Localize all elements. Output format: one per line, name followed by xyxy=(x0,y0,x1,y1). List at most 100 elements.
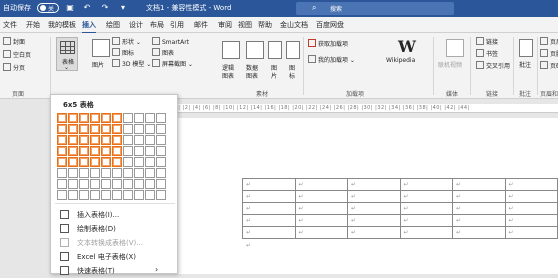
grid-cell[interactable] xyxy=(101,179,111,189)
grid-cell[interactable] xyxy=(123,113,133,123)
table-cell[interactable]: ↵ xyxy=(347,202,401,215)
grid-cell[interactable] xyxy=(134,190,144,200)
table-button[interactable]: 表格 ⌄ xyxy=(56,37,78,71)
undo-icon[interactable]: ↶ xyxy=(82,3,92,13)
grid-cell[interactable] xyxy=(145,135,155,145)
table-cell[interactable]: ↵ xyxy=(504,214,558,227)
grid-cell[interactable] xyxy=(101,190,111,200)
grid-cell[interactable] xyxy=(134,124,144,134)
grid-cell[interactable] xyxy=(101,135,111,145)
grid-cell[interactable] xyxy=(101,124,111,134)
table-size-grid[interactable] xyxy=(57,113,166,200)
table-cell[interactable]: ↵ xyxy=(294,226,348,239)
grid-cell[interactable] xyxy=(90,168,100,178)
cover-page-button[interactable]: 封面 xyxy=(3,37,25,46)
table-cell[interactable]: ↵ xyxy=(242,202,296,215)
table-cell[interactable]: ↵ xyxy=(242,214,296,227)
tab-3[interactable]: 插入 xyxy=(82,20,96,34)
table-cell[interactable]: ↵ xyxy=(504,202,558,215)
grid-cell[interactable] xyxy=(90,113,100,123)
grid-cell[interactable] xyxy=(79,190,89,200)
menu-item[interactable]: 绘制表格(D) xyxy=(55,221,175,236)
blank-page-button[interactable]: 空白页 xyxy=(3,50,31,59)
horizontal-ruler[interactable]: |4| |2| | |2| |4| |6| |8| |10| |12| |14|… xyxy=(156,104,558,113)
grid-cell[interactable] xyxy=(57,190,67,200)
grid-cell[interactable] xyxy=(145,190,155,200)
footer-button[interactable]: 页脚 xyxy=(540,49,558,58)
grid-cell[interactable] xyxy=(145,146,155,156)
table-cell[interactable]: ↵ xyxy=(347,214,401,227)
grid-cell[interactable] xyxy=(156,124,166,134)
grid-cell[interactable] xyxy=(156,168,166,178)
grid-cell[interactable] xyxy=(134,113,144,123)
grid-cell[interactable] xyxy=(156,157,166,167)
grid-cell[interactable] xyxy=(112,179,122,189)
tab-12[interactable]: 金山文档 xyxy=(280,20,308,30)
grid-cell[interactable] xyxy=(79,135,89,145)
grid-cell[interactable] xyxy=(57,146,67,156)
grid-cell[interactable] xyxy=(156,135,166,145)
grid-cell[interactable] xyxy=(156,190,166,200)
comment-icon[interactable] xyxy=(519,39,533,57)
online-video-icon[interactable] xyxy=(446,39,464,57)
table-cell[interactable]: ↵ xyxy=(347,190,401,203)
grid-cell[interactable] xyxy=(57,124,67,134)
data-chart-icon[interactable] xyxy=(246,41,264,59)
autosave-toggle[interactable]: 关 xyxy=(37,3,59,13)
grid-cell[interactable] xyxy=(123,135,133,145)
logic-chart-icon[interactable] xyxy=(222,41,240,59)
grid-cell[interactable] xyxy=(101,113,111,123)
grid-cell[interactable] xyxy=(123,179,133,189)
grid-cell[interactable] xyxy=(123,190,133,200)
table-cell[interactable]: ↵ xyxy=(242,178,296,191)
grid-cell[interactable] xyxy=(112,124,122,134)
grid-cell[interactable] xyxy=(145,124,155,134)
tab-4[interactable]: 绘图 xyxy=(106,20,120,30)
model3d-button[interactable]: 3D 模型 ⌄ xyxy=(112,59,151,68)
grid-cell[interactable] xyxy=(90,124,100,134)
grid-cell[interactable] xyxy=(101,146,111,156)
table-cell[interactable]: ↵ xyxy=(347,226,401,239)
grid-cell[interactable] xyxy=(145,168,155,178)
table-cell[interactable]: ↵ xyxy=(347,178,401,191)
chart-button[interactable]: 图表 xyxy=(152,48,174,57)
grid-cell[interactable] xyxy=(134,157,144,167)
grid-cell[interactable] xyxy=(112,190,122,200)
tab-7[interactable]: 引用 xyxy=(170,20,184,30)
grid-cell[interactable] xyxy=(134,135,144,145)
link-button[interactable]: 链接 xyxy=(476,37,498,46)
grid-cell[interactable] xyxy=(134,146,144,156)
grid-cell[interactable] xyxy=(68,124,78,134)
tab-1[interactable]: 开始 xyxy=(26,20,40,30)
redo-icon[interactable]: ↷ xyxy=(100,3,110,13)
table-cell[interactable]: ↵ xyxy=(452,190,506,203)
grid-cell[interactable] xyxy=(134,179,144,189)
icons-button[interactable]: 图标 xyxy=(112,48,134,57)
document-table[interactable]: ↵ ↵ ↵ ↵ ↵ ↵ ↵ ↵ ↵ ↵ ↵ ↵ ↵ ↵ ↵ ↵ ↵ ↵ ↵ ↵ ↵ ↵ ↵ ↵ ↵ ↵ ↵ ↵ ↵ ↵ xyxy=(242,178,558,239)
icon-material-icon[interactable] xyxy=(286,41,300,59)
menu-item[interactable]: 快速表格(T) › xyxy=(55,263,175,278)
grid-cell[interactable] xyxy=(79,157,89,167)
grid-cell[interactable] xyxy=(90,157,100,167)
header-button[interactable]: 页眉 xyxy=(540,37,558,46)
tab-11[interactable]: 帮助 xyxy=(258,20,272,30)
table-cell[interactable]: ↵ xyxy=(399,202,453,215)
grid-cell[interactable] xyxy=(123,146,133,156)
grid-cell[interactable] xyxy=(112,135,122,145)
table-cell[interactable]: ↵ xyxy=(294,214,348,227)
tab-8[interactable]: 邮件 xyxy=(194,20,208,30)
table-cell[interactable]: ↵ xyxy=(242,190,296,203)
table-cell[interactable]: ↵ xyxy=(504,226,558,239)
menu-item[interactable]: 插入表格(I)... xyxy=(55,207,175,222)
grid-cell[interactable] xyxy=(79,113,89,123)
grid-cell[interactable] xyxy=(57,168,67,178)
grid-cell[interactable] xyxy=(90,190,100,200)
save-icon[interactable]: ▣ xyxy=(65,3,75,13)
grid-cell[interactable] xyxy=(101,157,111,167)
table-cell[interactable]: ↵ xyxy=(399,214,453,227)
grid-cell[interactable] xyxy=(68,168,78,178)
table-cell[interactable]: ↵ xyxy=(242,226,296,239)
table-cell[interactable]: ↵ xyxy=(452,226,506,239)
tab-6[interactable]: 布局 xyxy=(150,20,164,30)
grid-cell[interactable] xyxy=(112,157,122,167)
